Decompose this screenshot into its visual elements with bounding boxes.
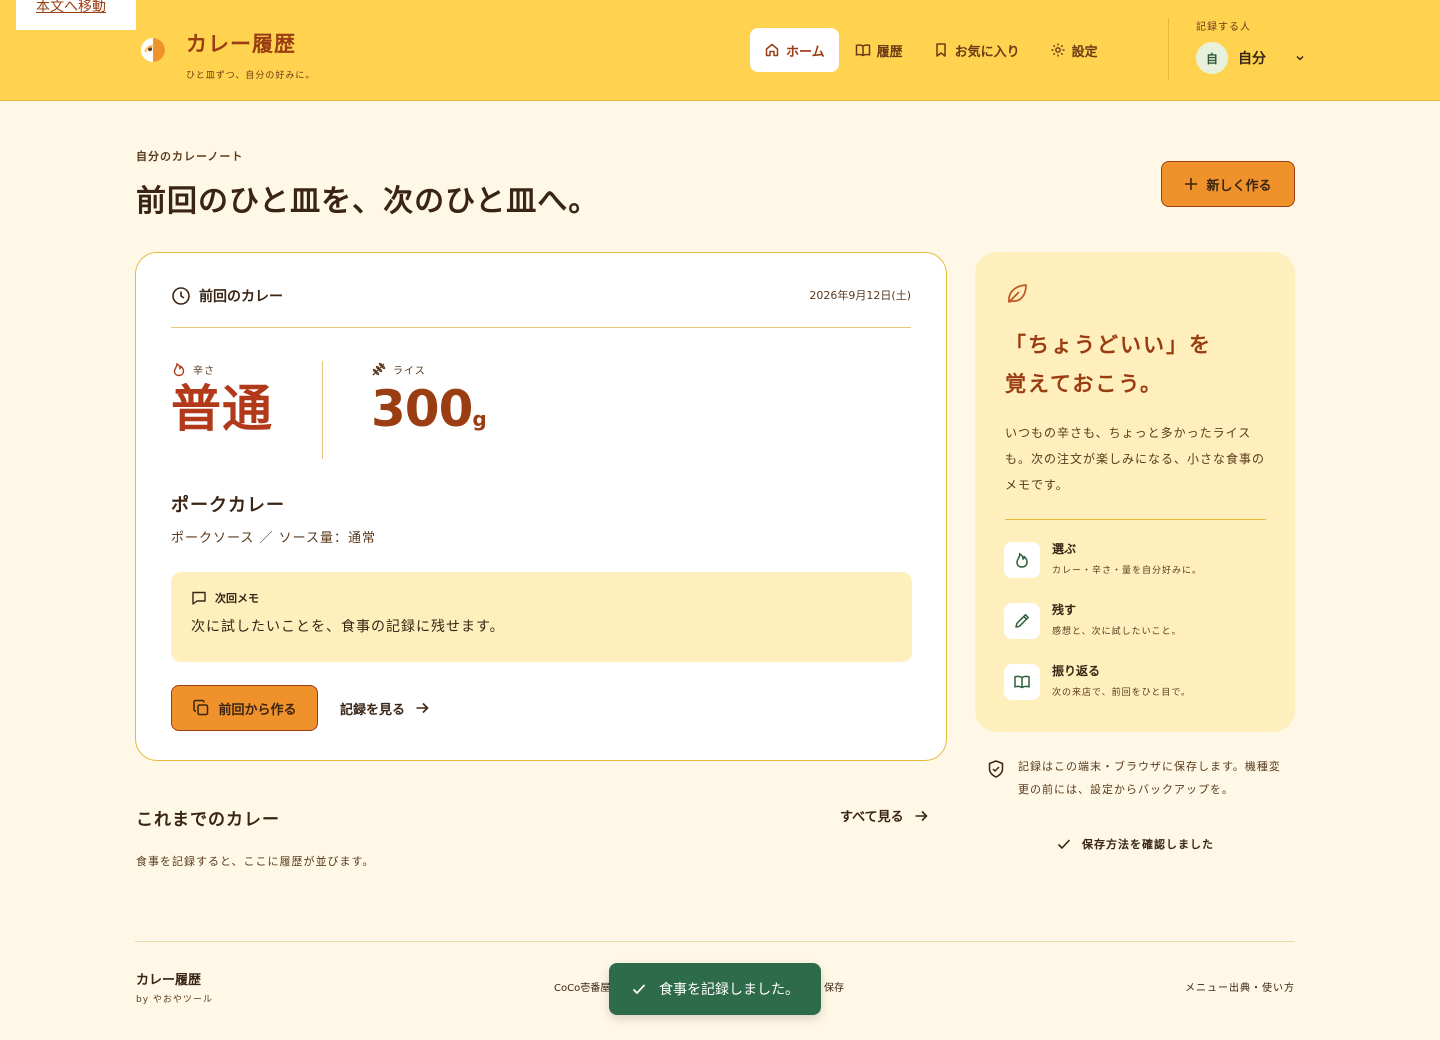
recorder-selector[interactable]: 記録する人 自 自分 (1196, 18, 1306, 74)
nav-history-label: 履歴 (876, 44, 903, 60)
arrow-right-icon (915, 810, 928, 821)
privacy-note: 記録はこの端末・ブラウザに保存します。機種変更の前には、設定からバックアップを。 (986, 755, 1286, 801)
last-curry-heading: 前回のカレー (199, 289, 283, 305)
rice-label: ライス (393, 365, 426, 377)
feature-save: 残す 感想と、次に試したいこと。 (1004, 603, 1182, 639)
new-record-button[interactable]: 新しく作る (1161, 161, 1295, 207)
next-memo-box: 次回メモ 次に試したいことを、食事の記録に残せます。 (171, 572, 912, 662)
feature-choose: 選ぶ カレー・辛さ・量を自分好みに。 (1004, 542, 1202, 578)
see-all-link[interactable]: すべて見る (840, 806, 928, 825)
chevron-down-icon[interactable] (1294, 52, 1306, 64)
see-all-label: すべて見る (840, 810, 904, 825)
rice-value: 300 (371, 380, 473, 438)
memo-label: 次回メモ (215, 592, 259, 605)
last-curry-card: 前回のカレー 2026年9月12日(土) 辛さ 普通 ライス 300g ポークカ… (135, 252, 947, 761)
feature-choose-title: 選ぶ (1052, 542, 1077, 556)
arrow-right-icon (416, 702, 429, 714)
recorder-name: 自分 (1238, 51, 1266, 67)
copy-icon (193, 699, 209, 716)
toast-notification: 食事を記録しました。 (609, 963, 821, 1015)
rice-unit: g (472, 407, 486, 431)
footer-by: by やおやツール (136, 995, 213, 1005)
feature-save-title: 残す (1052, 603, 1077, 617)
side-title: 「ちょうどいい」を 覚えておこう。 (1005, 326, 1212, 404)
check-icon (632, 984, 646, 995)
side-title-line2: 覚えておこう。 (1005, 372, 1164, 396)
clock-icon (172, 287, 190, 305)
home-icon (765, 43, 779, 57)
footer-sources-link[interactable]: メニュー出典・使い方 (1185, 979, 1295, 994)
spice-stat: 辛さ 普通 (171, 361, 323, 459)
header-divider (1168, 18, 1169, 80)
speech-bubble-icon (192, 591, 206, 605)
last-curry-date: 2026年9月12日(土) (809, 289, 911, 302)
footer-brand: カレー履歴 (136, 973, 202, 988)
feature-review: 振り返る 次の来店で、前回をひと目で。 (1004, 664, 1191, 700)
site-header: カレー履歴 ひと皿ずつ、自分の好みに。 ホーム 履歴 お気に入り 設定 記録する… (0, 0, 1440, 101)
feature-choose-desc: カレー・辛さ・量を自分好みに。 (1052, 566, 1203, 576)
storage-confirmed-label: 保存方法を確認しました (1082, 838, 1214, 851)
brand-tagline: ひと皿ずつ、自分の好みに。 (186, 71, 316, 81)
feature-review-desc: 次の来店で、前回をひと目で。 (1052, 688, 1192, 698)
last-curry-header: 前回のカレー 2026年9月12日(土) (171, 286, 911, 328)
privacy-text: 記録はこの端末・ブラウザに保存します。機種変更の前には、設定からバックアップを。 (1018, 760, 1281, 796)
nav-home[interactable]: ホーム (750, 28, 839, 72)
nav-favorites[interactable]: お気に入り (919, 28, 1034, 72)
side-title-line1: 「ちょうどいい」を (1005, 333, 1212, 357)
side-divider (1005, 519, 1266, 520)
book-open-icon (1014, 675, 1030, 689)
toast-message: 食事を記録しました。 (659, 982, 799, 998)
brand[interactable]: カレー履歴 ひと皿ずつ、自分の好みに。 (140, 28, 315, 81)
nav-favorites-label: お気に入り (954, 44, 1020, 60)
plus-icon (1185, 178, 1198, 190)
shield-check-icon (988, 760, 1004, 778)
view-records-link[interactable]: 記録を見る (340, 696, 429, 720)
past-curry-title: これまでのカレー (136, 810, 280, 830)
footer-center-left: CoCo壱番屋 (554, 983, 611, 994)
intro-side-card: 「ちょうどいい」を 覚えておこう。 いつもの辛さも、ちょっと多かったライスも。次… (975, 252, 1295, 732)
skip-to-content-link[interactable]: 本文へ移動 (16, 0, 136, 30)
create-from-last-button[interactable]: 前回から作る (171, 685, 318, 731)
spice-label: 辛さ (193, 365, 215, 377)
feature-review-title: 振り返る (1052, 664, 1101, 678)
curry-logo-icon (141, 38, 165, 62)
dish-name: ポークカレー (171, 495, 285, 516)
recorder-label: 記録する人 (1196, 22, 1251, 33)
storage-confirmed-button[interactable]: 保存方法を確認しました (1056, 836, 1214, 852)
feature-save-icon-box (1004, 603, 1040, 639)
avatar: 自 (1196, 42, 1228, 74)
nav-settings-label: 設定 (1071, 44, 1098, 60)
feature-choose-icon-box (1004, 542, 1040, 578)
rice-stat: ライス 300g (371, 361, 571, 459)
dish-detail: ポークソース ／ ソース量：通常 (171, 531, 376, 546)
memo-text: 次に試したいことを、食事の記録に残せます。 (191, 619, 505, 635)
pencil-icon (1015, 614, 1029, 628)
side-description: いつもの辛さも、ちょっと多かったライスも。次の注文が楽しみになる、小さな食事のメ… (1005, 426, 1266, 492)
footer-center-right: 保存 (824, 983, 844, 994)
wheat-icon (372, 362, 386, 376)
leaf-icon (1008, 284, 1027, 303)
feature-save-desc: 感想と、次に試したいこと。 (1052, 627, 1182, 637)
rice-value-line: 300g (371, 379, 571, 449)
view-records-link-label: 記録を見る (340, 702, 406, 718)
bookmark-icon (935, 43, 946, 57)
create-from-last-button-label: 前回から作る (218, 702, 297, 718)
main-nav: ホーム 履歴 お気に入り 設定 (750, 28, 1112, 72)
feature-review-icon-box (1004, 664, 1040, 700)
new-record-button-label: 新しく作る (1206, 178, 1272, 194)
flame-icon (173, 362, 185, 377)
page-eyebrow: 自分のカレーノート (136, 150, 244, 163)
book-icon (855, 44, 870, 57)
nav-settings[interactable]: 設定 (1036, 28, 1112, 72)
spice-value: 普通 (171, 380, 273, 438)
nav-home-label: ホーム (786, 44, 825, 60)
check-icon (1057, 839, 1071, 850)
brand-title: カレー履歴 (186, 32, 296, 56)
page-title: 前回のひと皿を、次のひと皿へ。 (136, 184, 600, 219)
past-empty-message: 食事を記録すると、ここに履歴が並びます。 (136, 855, 375, 868)
nav-history[interactable]: 履歴 (841, 28, 917, 72)
flame-icon (1016, 552, 1028, 568)
gear-icon (1051, 43, 1065, 57)
